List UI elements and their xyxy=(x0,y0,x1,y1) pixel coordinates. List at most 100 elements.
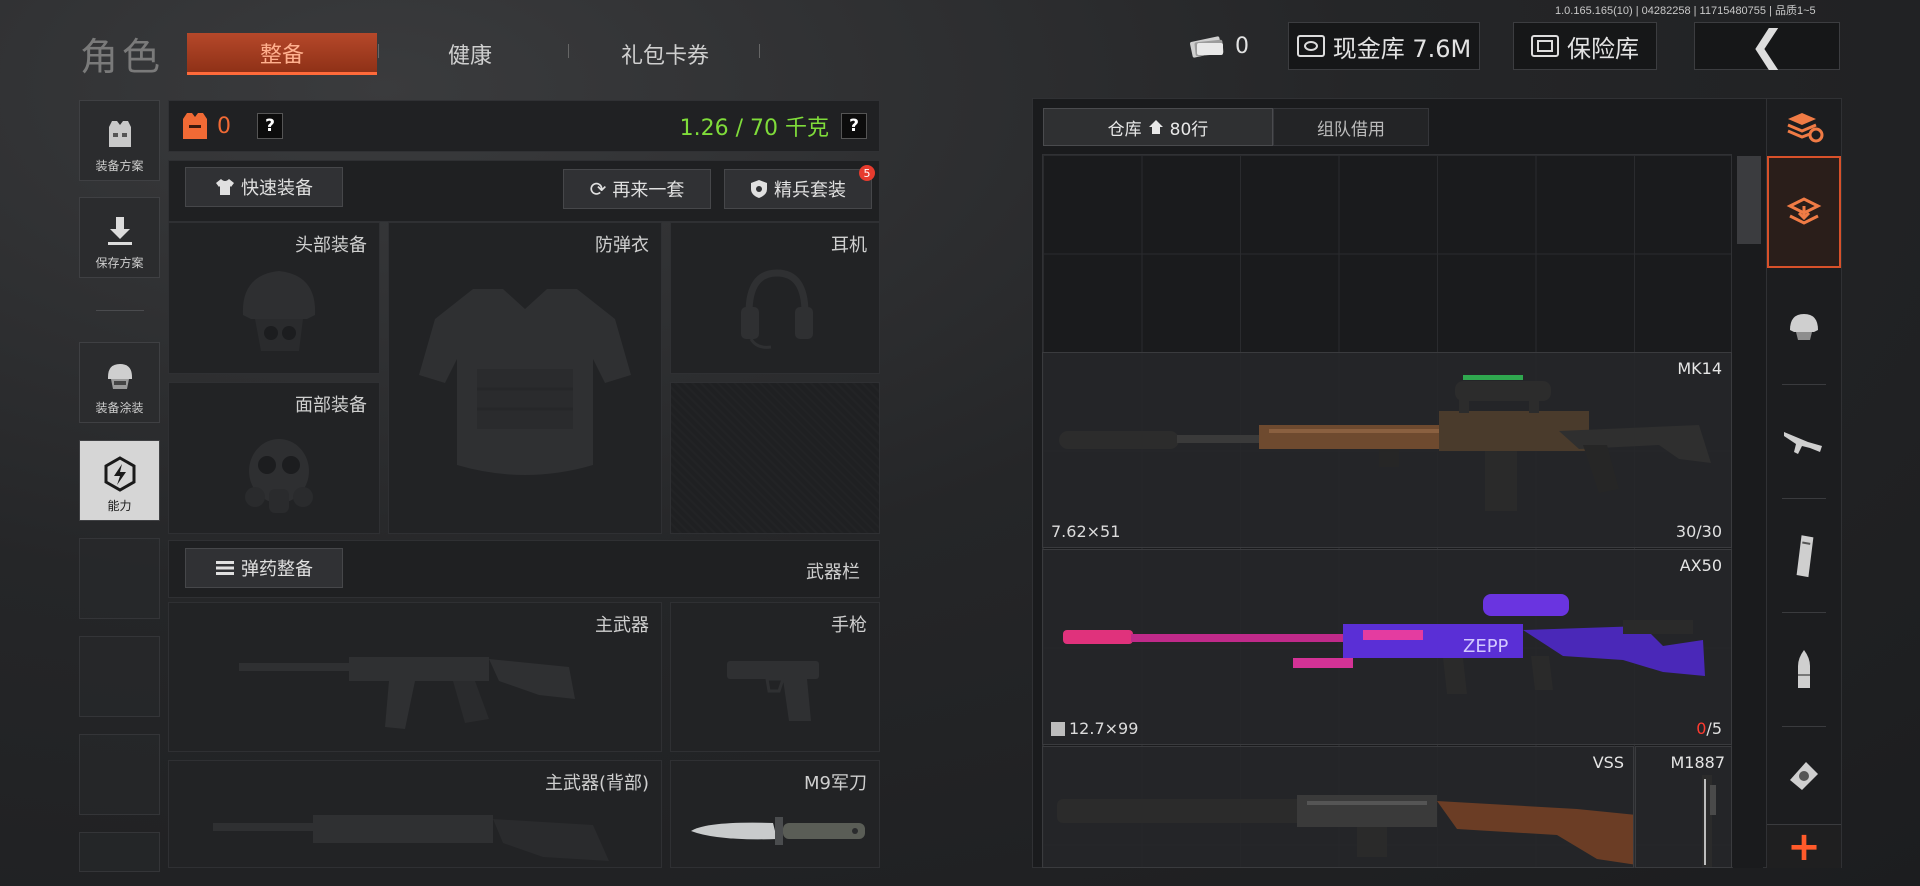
back-button[interactable]: ❮ xyxy=(1694,22,1840,70)
category-stash[interactable] xyxy=(1767,156,1841,268)
ammo-prep-label: 弹药整备 xyxy=(241,559,313,580)
vest-slot[interactable]: 防弹衣 xyxy=(388,222,662,534)
gas-mask-silhouette-icon xyxy=(239,431,319,521)
vest-silhouette-icon xyxy=(415,279,635,489)
rifle-icon xyxy=(1782,424,1826,460)
tab-team-borrow[interactable]: 组队借用 xyxy=(1273,108,1429,146)
back-weapon-slot[interactable]: 主武器(背部) xyxy=(168,760,662,868)
equip-plan-button[interactable]: 装备方案 xyxy=(79,100,160,181)
quick-equip-label: 快速装备 xyxy=(241,178,313,199)
tab-health[interactable]: 健康 xyxy=(385,33,555,75)
helmet-icon xyxy=(1786,308,1822,344)
item-card-vss[interactable]: VSS xyxy=(1042,746,1634,868)
add-icon: + xyxy=(1787,823,1821,870)
ammo-icon xyxy=(215,559,235,577)
category-rifle[interactable] xyxy=(1767,386,1841,498)
earphone-slot-label: 耳机 xyxy=(831,235,867,256)
category-scope[interactable] xyxy=(1767,728,1841,820)
knife-slot[interactable]: M9军刀 xyxy=(670,760,880,868)
refresh-icon: ⟳ xyxy=(589,177,607,201)
category-helmet[interactable] xyxy=(1767,270,1841,382)
equip-skin-label: 装备涂装 xyxy=(95,401,144,415)
category-divider xyxy=(1782,384,1826,385)
warehouse-scrollbar[interactable] xyxy=(1733,154,1763,868)
download-icon xyxy=(103,214,137,248)
ability-button[interactable]: 能力 xyxy=(79,440,160,521)
armor-icon xyxy=(181,111,209,141)
tab-equip[interactable]: 整备 xyxy=(187,33,377,75)
item-card-ax50[interactable]: AX50 ZEPP 12.7×99 0/5 xyxy=(1042,549,1732,745)
ak-rifle-silhouette-icon xyxy=(239,637,579,737)
safe-vault-button[interactable]: 保险库 xyxy=(1513,22,1657,70)
head-slot[interactable]: 头部装备 xyxy=(168,222,380,374)
tab-gift-coupons[interactable]: 礼包卡券 xyxy=(575,33,755,75)
helmet-silhouette-icon xyxy=(229,259,329,359)
item-card-mk14[interactable]: MK14 7.62×51 30/30 xyxy=(1042,352,1732,548)
equip-skin-button[interactable]: 装备涂装 xyxy=(79,342,160,423)
svg-text:ZEPP: ZEPP xyxy=(1463,636,1509,657)
knife-label: M9军刀 xyxy=(804,773,867,794)
face-slot[interactable]: 面部装备 xyxy=(168,382,380,534)
primary-weapon-label: 主武器 xyxy=(595,615,649,636)
armor-count: 0 xyxy=(217,113,231,139)
equip-plan-label: 装备方案 xyxy=(95,159,144,173)
item-ammo: 30/30 xyxy=(1676,522,1722,541)
ammo-max: 30 xyxy=(1701,522,1722,541)
shield-icon xyxy=(750,179,768,199)
head-slot-label: 头部装备 xyxy=(295,235,367,256)
home-icon xyxy=(1148,119,1164,135)
ticket-counter: 0 xyxy=(1183,22,1255,70)
storage-rows: 80行 xyxy=(1169,119,1209,140)
cash-vault-label: 现金库 7.6M xyxy=(1332,34,1472,63)
elite-set-button[interactable]: 精兵套装 xyxy=(724,169,872,209)
headset-silhouette-icon xyxy=(737,263,817,353)
pistol-silhouette-icon xyxy=(727,655,827,725)
back-weapon-label: 主武器(背部) xyxy=(544,773,649,794)
save-plan-button[interactable]: 保存方案 xyxy=(79,197,160,278)
vss-rifle-icon xyxy=(1057,795,1633,867)
item-name: VSS xyxy=(1592,753,1624,772)
ammo-current: 0 xyxy=(1696,719,1707,738)
empty-slot xyxy=(79,538,160,619)
magazine-icon xyxy=(1790,534,1818,578)
tab-storage[interactable]: 仓库 80行 xyxy=(1043,108,1273,146)
add-category-button[interactable]: + xyxy=(1767,823,1841,870)
weight-display: 1.26 / 70 千克 xyxy=(679,116,829,141)
box-icon xyxy=(1051,722,1065,736)
earphone-slot[interactable]: 耳机 xyxy=(670,222,880,374)
ticket-count: 0 xyxy=(1235,33,1249,59)
mk14-rifle-icon xyxy=(1059,371,1719,521)
ammo-prep-button[interactable]: 弹药整备 xyxy=(185,548,343,588)
item-name: AX50 xyxy=(1679,556,1722,575)
ability-label: 能力 xyxy=(107,499,132,513)
quick-equip-button[interactable]: 快速装备 xyxy=(185,167,343,207)
helmet-skin-icon xyxy=(102,359,138,395)
equip-header: 0 ? 1.26 / 70 千克 ? xyxy=(168,100,880,152)
stash-icon xyxy=(1786,194,1822,230)
vest-slot-label: 防弹衣 xyxy=(595,235,649,256)
armor-help-button[interactable]: ? xyxy=(257,113,283,139)
ax50-rifle-icon: ZEPP xyxy=(1063,590,1723,710)
category-bullet[interactable] xyxy=(1767,614,1841,726)
m1887-shotgun-icon xyxy=(1696,775,1720,867)
weapon-bar-label: 武器栏 xyxy=(806,562,860,583)
category-all[interactable] xyxy=(1767,100,1841,154)
primary-weapon-slot[interactable]: 主武器 xyxy=(168,602,662,752)
cash-vault-icon xyxy=(1296,35,1325,57)
item-caliber: 12.7×99 xyxy=(1051,719,1138,738)
empty-gear-slot xyxy=(670,382,880,534)
warehouse-tabs: 仓库 80行 组队借用 xyxy=(1043,108,1429,146)
item-card-m1887[interactable]: M1887 xyxy=(1635,746,1732,868)
cash-vault-button[interactable]: 现金库 7.6M xyxy=(1288,22,1480,70)
category-magazine[interactable] xyxy=(1767,500,1841,612)
tab-divider xyxy=(378,44,379,58)
elite-set-label: 精兵套装 xyxy=(774,180,846,201)
another-set-button[interactable]: ⟳ 再来一套 xyxy=(563,169,711,209)
tab-divider xyxy=(568,44,569,58)
caliber-text: 12.7×99 xyxy=(1069,719,1139,738)
weight-help-button[interactable]: ? xyxy=(841,113,867,139)
chevron-left-icon: ❮ xyxy=(1749,21,1785,70)
warehouse-scroll-thumb[interactable] xyxy=(1737,156,1761,244)
pistol-slot[interactable]: 手枪 xyxy=(670,602,880,752)
category-divider xyxy=(1782,498,1826,499)
